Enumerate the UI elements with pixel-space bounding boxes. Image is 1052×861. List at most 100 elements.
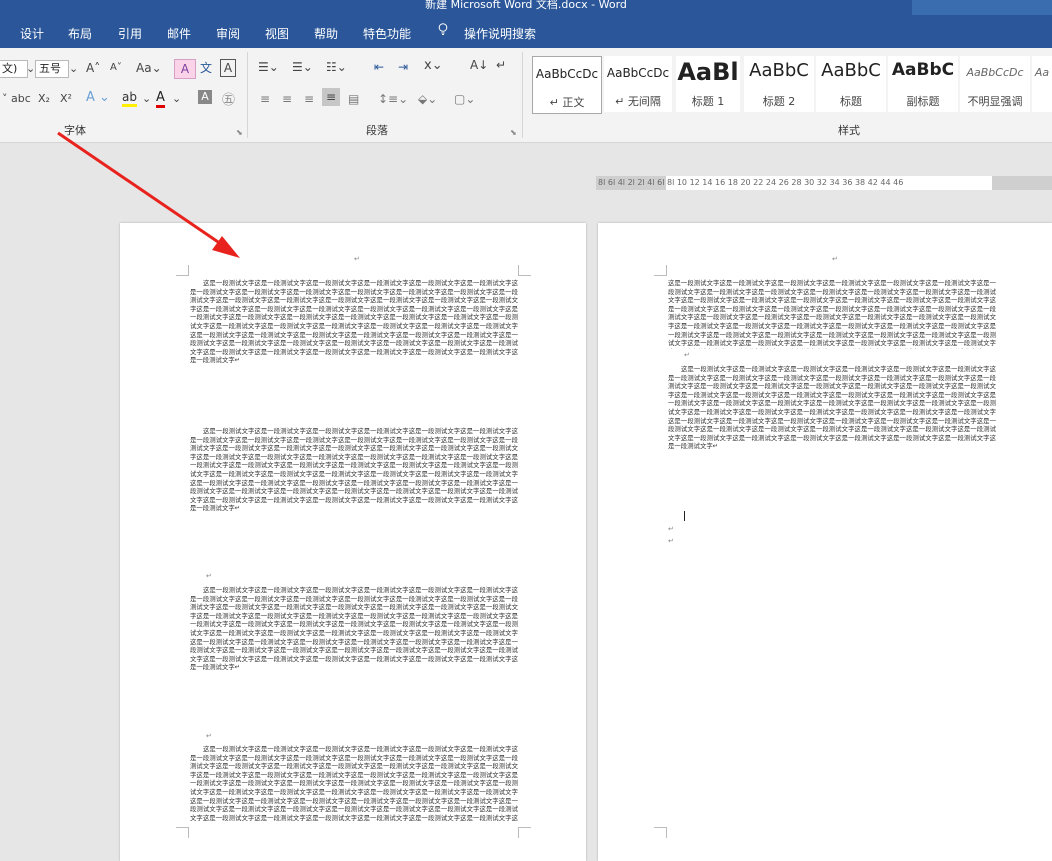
enclose-characters-icon[interactable]: ㊄ — [222, 89, 235, 108]
body-paragraph[interactable]: 这是一段测试文字这是一段测试文字这是一段测试文字这是一段测试文字这是一段测试文字… — [190, 586, 518, 732]
tab-special-features[interactable]: 特色功能 — [363, 25, 411, 42]
empty-paragraph-mark: ↵ — [684, 351, 690, 359]
style-sample: AaBl — [677, 58, 739, 86]
font-dialog-launcher-icon[interactable]: ⬊ — [236, 128, 243, 137]
style-normal[interactable]: AaBbCcDc ↵ 正文 — [532, 56, 602, 114]
paragraph-dialog-launcher-icon[interactable]: ⬊ — [510, 128, 517, 137]
font-size-dropdown[interactable]: 五号 — [35, 60, 69, 78]
document-page-1[interactable]: ↵ 这是一段测试文字这是一段测试文字这是一段测试文字这是一段测试文字这是一段测试… — [120, 223, 586, 861]
line-spacing-icon[interactable]: ↕≡⌄ — [378, 92, 408, 106]
style-name: ↵ 正文 — [549, 96, 585, 109]
highlight-color-icon[interactable]: ab — [122, 90, 137, 107]
group-separator — [247, 52, 248, 138]
style-name: 标题 1 — [691, 95, 725, 108]
distributed-icon[interactable]: ▤ — [348, 92, 359, 106]
style-sample: AaBbCcDc — [966, 66, 1024, 79]
numbering-icon[interactable]: ☰⌄ — [292, 60, 313, 74]
style-sample: AaBbC — [749, 60, 809, 81]
shrink-font-icon[interactable]: A˅ — [110, 62, 122, 73]
increase-indent-icon[interactable]: ⇥ — [398, 60, 408, 74]
style-sample: Aa — [1034, 66, 1050, 79]
body-paragraph[interactable]: 这是一段测试文字这是一段测试文字这是一段测试文字这是一段测试文字这是一段测试文字… — [190, 427, 518, 573]
style-name: 不明显强调 — [967, 95, 1023, 108]
style-no-spacing[interactable]: AaBbCcDc ↵ 无间隔 — [604, 56, 672, 112]
style-name: 标题 — [840, 95, 862, 108]
ruler-margin-right — [992, 176, 1052, 190]
body-paragraph[interactable]: 这是一段测试文字这是一段测试文字这是一段测试文字这是一段测试文字这是一段测试文字… — [190, 745, 518, 821]
margin-corner-mark — [518, 265, 531, 276]
ribbon: 文) ⌄ 五号 ⌄ A˄ A˅ Aa⌄ A 文 A ˅ abc X₂ X² A … — [0, 48, 1052, 143]
font-color-icon[interactable]: A — [156, 90, 165, 108]
document-page-2[interactable]: ↵ 这是一段测试文字这是一段测试文字这是一段测试文字这是一段测试文字这是一段测试… — [598, 223, 1052, 861]
margin-corner-mark — [176, 827, 189, 838]
empty-paragraph-mark: ↵ — [668, 525, 674, 533]
body-paragraph[interactable]: 这是一段测试文字这是一段测试文字这是一段测试文字这是一段测试文字这是一段测试文字… — [668, 279, 996, 349]
empty-paragraph-mark: ↵ — [668, 537, 674, 545]
style-subtle-emphasis[interactable]: AaBbCcDc 不明显强调 — [960, 56, 1030, 112]
margin-corner-mark — [176, 265, 189, 276]
style-subtitle[interactable]: AaBbC 副标题 — [888, 56, 958, 112]
title-bar: 新建 Microsoft Word 文档.docx - Word — [0, 0, 1052, 15]
font-name-dropdown[interactable]: 文) — [0, 60, 28, 78]
strikethrough-icon[interactable]: ˅ abc — [2, 92, 31, 105]
sort-icon[interactable]: A↓ — [470, 58, 488, 72]
grow-font-icon[interactable]: A˄ — [86, 61, 100, 75]
tell-me-search[interactable]: 操作说明搜索 — [464, 25, 536, 42]
style-sample: AaBbCcDc — [535, 67, 599, 81]
chinese-layout-icon[interactable]: ⅹ⌄ — [424, 58, 443, 73]
borders-icon[interactable]: ▢⌄ — [454, 92, 475, 106]
phonetic-guide-icon[interactable]: 文 — [200, 59, 212, 76]
align-center-icon[interactable]: ≡ — [282, 92, 292, 106]
title-bar-decoration — [912, 0, 1052, 15]
font-size-chevron-icon[interactable]: ⌄ — [69, 62, 78, 75]
paragraph-group-label: 段落 — [366, 124, 388, 137]
align-right-icon[interactable]: ≡ — [304, 92, 314, 106]
style-more[interactable]: Aa — [1032, 56, 1052, 112]
font-color-chevron-icon[interactable]: ⌄ — [172, 92, 181, 105]
body-paragraph[interactable]: 这是一段测试文字这是一段测试文字这是一段测试文字这是一段测试文字这是一段测试文字… — [668, 365, 996, 511]
align-left-icon[interactable]: ≡ — [260, 92, 270, 106]
change-case-icon[interactable]: Aa⌄ — [136, 61, 162, 75]
shading-icon[interactable]: ⬙⌄ — [418, 92, 437, 106]
styles-group-label: 样式 — [838, 124, 860, 137]
tab-design[interactable]: 设计 — [20, 25, 44, 42]
font-name-chevron-icon[interactable]: ⌄ — [26, 62, 35, 75]
bullets-icon[interactable]: ☰⌄ — [258, 60, 279, 74]
decrease-indent-icon[interactable]: ⇤ — [374, 60, 384, 74]
text-effects-icon[interactable]: A ⌄ — [86, 90, 110, 105]
tab-review[interactable]: 审阅 — [216, 25, 240, 42]
header-paragraph-mark: ↵ — [832, 255, 838, 263]
tab-mailings[interactable]: 邮件 — [167, 25, 191, 42]
clear-formatting-icon[interactable]: A — [174, 59, 196, 79]
highlight-chevron-icon[interactable]: ⌄ — [142, 92, 151, 105]
ribbon-tabs: 设计 布局 引用 邮件 审阅 视图 帮助 特色功能 操作说明搜索 — [0, 15, 1052, 48]
text-cursor — [684, 511, 685, 521]
horizontal-ruler[interactable]: 8l 6l 4l 2l 2l 4l 6l 8l 10 12 14 16 18 2… — [596, 176, 1052, 190]
tab-help[interactable]: 帮助 — [314, 25, 338, 42]
lightbulb-icon — [438, 23, 448, 35]
style-title[interactable]: AaBbC 标题 — [816, 56, 886, 112]
style-sample: AaBbC — [821, 60, 881, 81]
subscript-icon[interactable]: X₂ — [38, 92, 50, 105]
margin-corner-mark — [654, 827, 667, 838]
style-heading-1[interactable]: AaBl 标题 1 — [676, 56, 740, 112]
superscript-icon[interactable]: X² — [60, 92, 72, 105]
justify-icon[interactable]: ≡ — [322, 88, 340, 106]
tab-view[interactable]: 视图 — [265, 25, 289, 42]
group-separator — [522, 52, 523, 138]
show-paragraph-marks-icon[interactable]: ↵ — [496, 58, 506, 72]
empty-paragraph-mark: ↵ — [206, 572, 212, 580]
tab-references[interactable]: 引用 — [118, 25, 142, 42]
font-group-label: 字体 — [64, 124, 86, 137]
multilevel-list-icon[interactable]: ☷⌄ — [326, 60, 347, 74]
margin-corner-mark — [518, 827, 531, 838]
character-shading-icon[interactable]: A — [198, 90, 212, 104]
style-sample: AaBbC — [891, 60, 955, 80]
body-paragraph[interactable]: 这是一段测试文字这是一段测试文字这是一段测试文字这是一段测试文字这是一段测试文字… — [190, 279, 518, 425]
tab-layout[interactable]: 布局 — [68, 25, 92, 42]
character-border-icon[interactable]: A — [220, 59, 236, 77]
style-heading-2[interactable]: AaBbC 标题 2 — [744, 56, 814, 112]
empty-paragraph-mark: ↵ — [206, 732, 212, 740]
window-title: 新建 Microsoft Word 文档.docx - Word — [425, 0, 627, 11]
style-name: 标题 2 — [762, 95, 796, 108]
